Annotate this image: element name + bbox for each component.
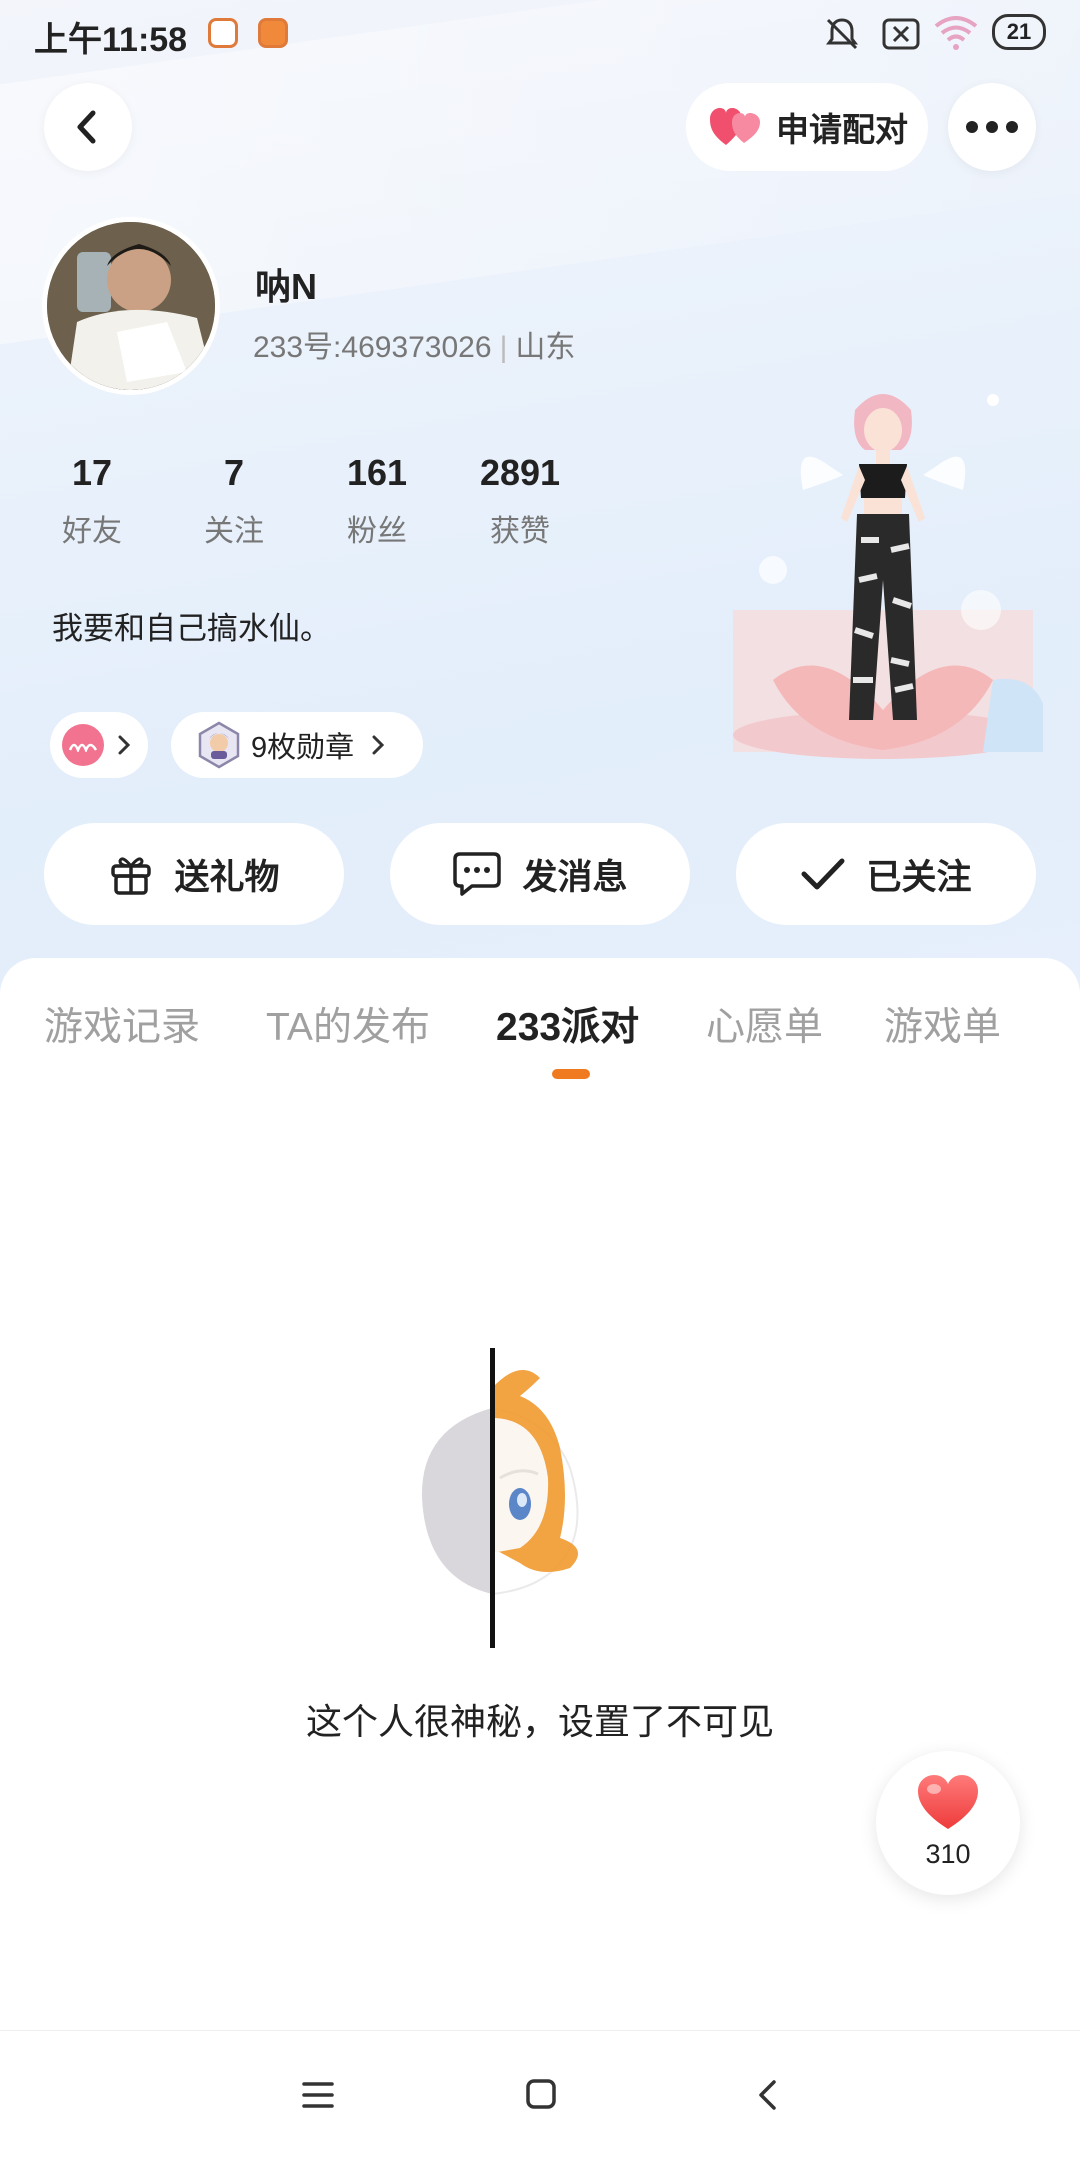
send-gift-label: 送礼物: [174, 857, 280, 897]
chevron-right-icon: [372, 735, 385, 755]
badge-hexagon-icon: [198, 721, 240, 769]
tab-game-list[interactable]: 游戏单: [884, 996, 1001, 1052]
send-message-button[interactable]: 发消息: [390, 823, 690, 925]
separator: |: [499, 331, 508, 364]
empty-state-message: 这个人很神秘，设置了不可见: [305, 1701, 774, 1742]
followed-label: 已关注: [866, 857, 972, 897]
content-card: 游戏记录 TA的发布 233派对 心愿单 游戏单 这个人很神秘，设置了不可见 3…: [0, 958, 1080, 2028]
checkmark-icon: [801, 858, 845, 890]
active-tab-indicator: [552, 1069, 590, 1079]
like-count: 310: [925, 1839, 971, 1869]
stat-friends[interactable]: 17 好友: [32, 452, 152, 550]
system-navigation-bar: [0, 2030, 1080, 2161]
send-gift-button[interactable]: 送礼物: [44, 823, 344, 925]
peeking-character-illustration: [421, 1348, 579, 1648]
avatar[interactable]: [42, 217, 220, 395]
send-message-label: 发消息: [522, 857, 628, 897]
badges-label: 9枚勋章: [251, 732, 355, 764]
tab-ta-posts[interactable]: TA的发布: [266, 996, 430, 1052]
request-pair-button[interactable]: 申请配对: [686, 83, 928, 171]
badges-chip[interactable]: 9枚勋章: [171, 712, 423, 778]
status-time: 上午11:58: [34, 21, 188, 59]
followed-button[interactable]: 已关注: [736, 823, 1036, 925]
logo-chip[interactable]: [50, 712, 148, 778]
brand-logo-mark: [68, 743, 98, 752]
back-nav-icon[interactable]: [756, 2079, 780, 2111]
tab-wishlist[interactable]: 心愿单: [706, 996, 823, 1052]
stat-value: 7: [223, 452, 245, 493]
profile-id-line: 233号:469373026 | 山东: [253, 322, 575, 366]
tab-233-party[interactable]: 233派对: [496, 996, 639, 1052]
menu-icon[interactable]: [302, 2081, 334, 2109]
battery-indicator: 21: [992, 14, 1046, 50]
stat-label: 粉丝: [347, 515, 407, 548]
chevron-right-icon: [118, 735, 131, 755]
notification-app-icon: [208, 18, 238, 48]
chevron-left-icon: [77, 110, 96, 144]
brand-logo-icon: [62, 724, 104, 766]
stat-value: 17: [71, 452, 113, 493]
stat-label: 获赞: [490, 515, 550, 548]
mute-bell-icon: [826, 18, 858, 50]
wifi-icon: [934, 16, 978, 50]
avatar-character-illustration: [733, 394, 1043, 759]
stat-likes: 2891 获赞: [460, 452, 580, 550]
chat-bubble-icon: [453, 852, 502, 896]
gift-icon: [111, 857, 152, 895]
double-heart-icon: [710, 108, 760, 145]
stat-fans[interactable]: 161 粉丝: [317, 452, 437, 550]
home-icon[interactable]: [526, 2079, 556, 2109]
profile-name: 呐N: [255, 266, 317, 307]
heart-icon: [918, 1775, 978, 1829]
status-bar: 上午11:58 21: [0, 0, 1080, 66]
back-button[interactable]: [44, 83, 132, 171]
tab-game-records[interactable]: 游戏记录: [44, 996, 200, 1052]
stat-label: 好友: [62, 515, 122, 548]
stat-value: 2891: [479, 452, 561, 493]
stat-label: 关注: [204, 515, 264, 548]
stat-following[interactable]: 7 关注: [174, 452, 294, 550]
profile-id: 233号:469373026: [253, 331, 492, 364]
stat-value: 161: [346, 452, 408, 493]
avatar-photo: [47, 222, 215, 390]
profile-bio: 我要和自己搞水仙。: [52, 611, 331, 646]
more-options-button[interactable]: [948, 83, 1036, 171]
sim-off-icon: [882, 18, 920, 50]
more-dots-icon: [966, 121, 1018, 133]
like-button[interactable]: 310: [876, 1751, 1020, 1895]
notification-app-icon: [258, 18, 288, 48]
profile-region: 山东: [515, 331, 576, 364]
request-pair-label: 申请配对: [776, 111, 908, 148]
